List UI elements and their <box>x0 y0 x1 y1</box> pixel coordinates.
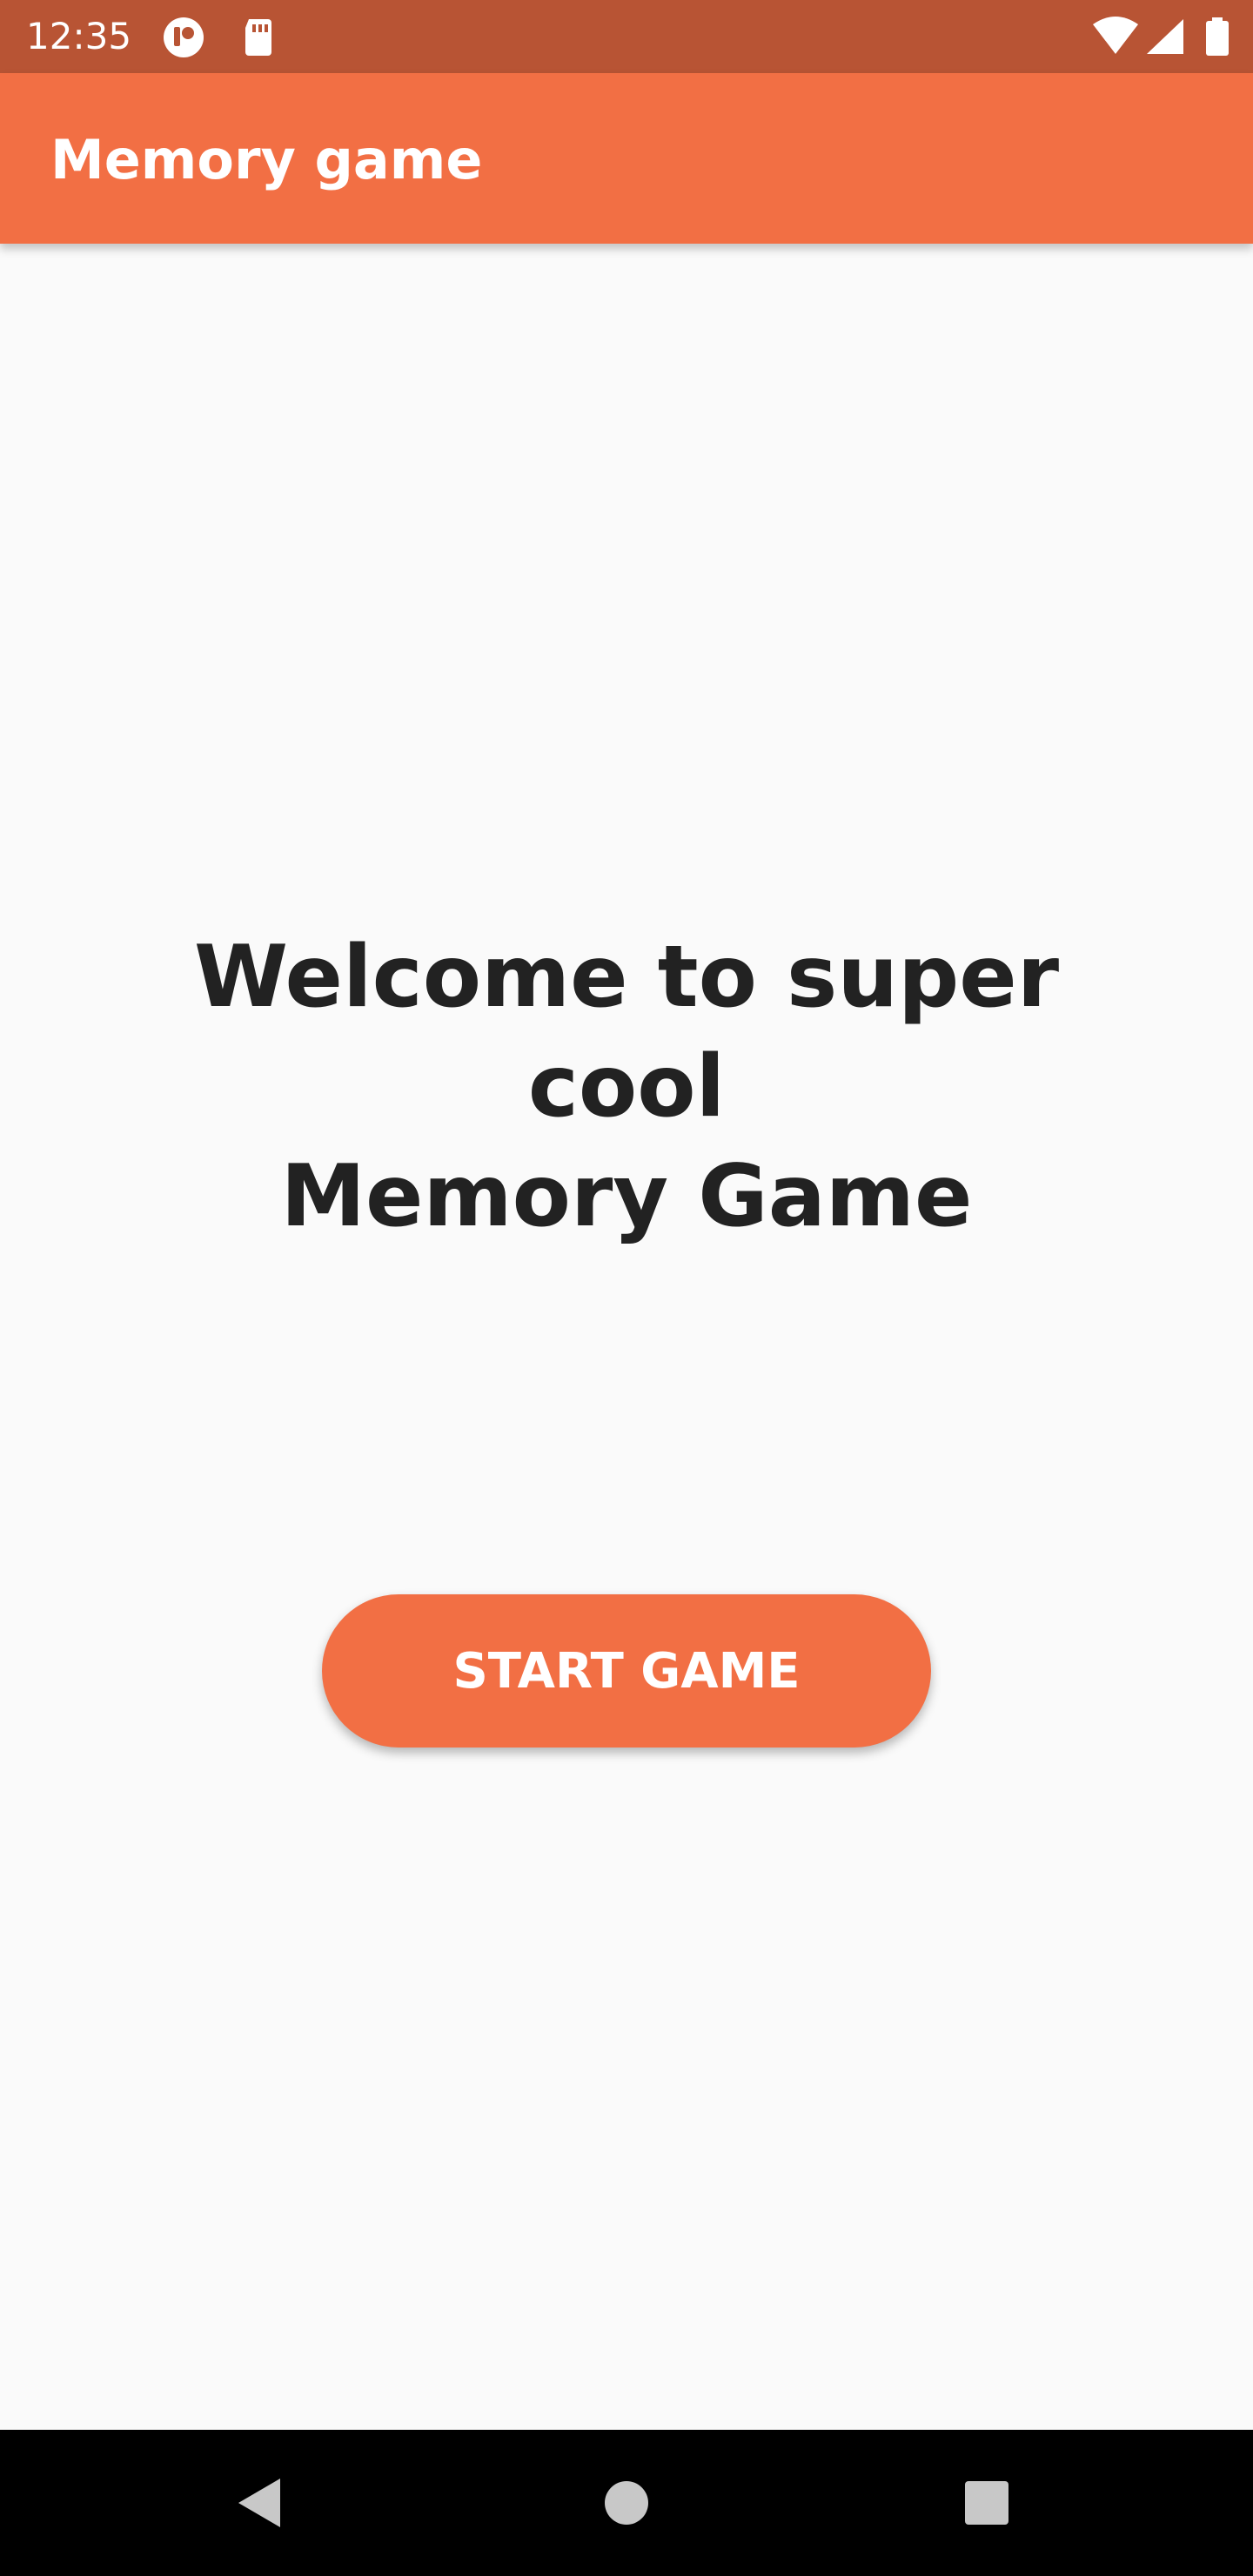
recents-icon[interactable] <box>943 2459 1030 2546</box>
welcome-heading: Welcome to super cool Memory Game <box>104 922 1149 1251</box>
home-icon[interactable] <box>583 2459 670 2546</box>
back-icon[interactable] <box>218 2459 305 2546</box>
cellular-signal-icon <box>1143 16 1187 59</box>
navigation-bar <box>0 2430 1253 2576</box>
app-title: Memory game <box>50 128 483 191</box>
start-game-button[interactable]: START GAME <box>322 1594 931 1748</box>
sd-card-icon <box>237 16 280 59</box>
welcome-line-1: Welcome to super cool <box>193 928 1060 1137</box>
battery-icon <box>1204 16 1230 59</box>
app-notification-icon <box>162 16 205 59</box>
status-time: 12:35 <box>26 15 132 57</box>
status-bar: 12:35 <box>0 0 1253 73</box>
app-bar: Memory game <box>0 73 1253 244</box>
welcome-line-2: Memory Game <box>280 1147 973 1246</box>
wifi-icon <box>1091 16 1140 59</box>
